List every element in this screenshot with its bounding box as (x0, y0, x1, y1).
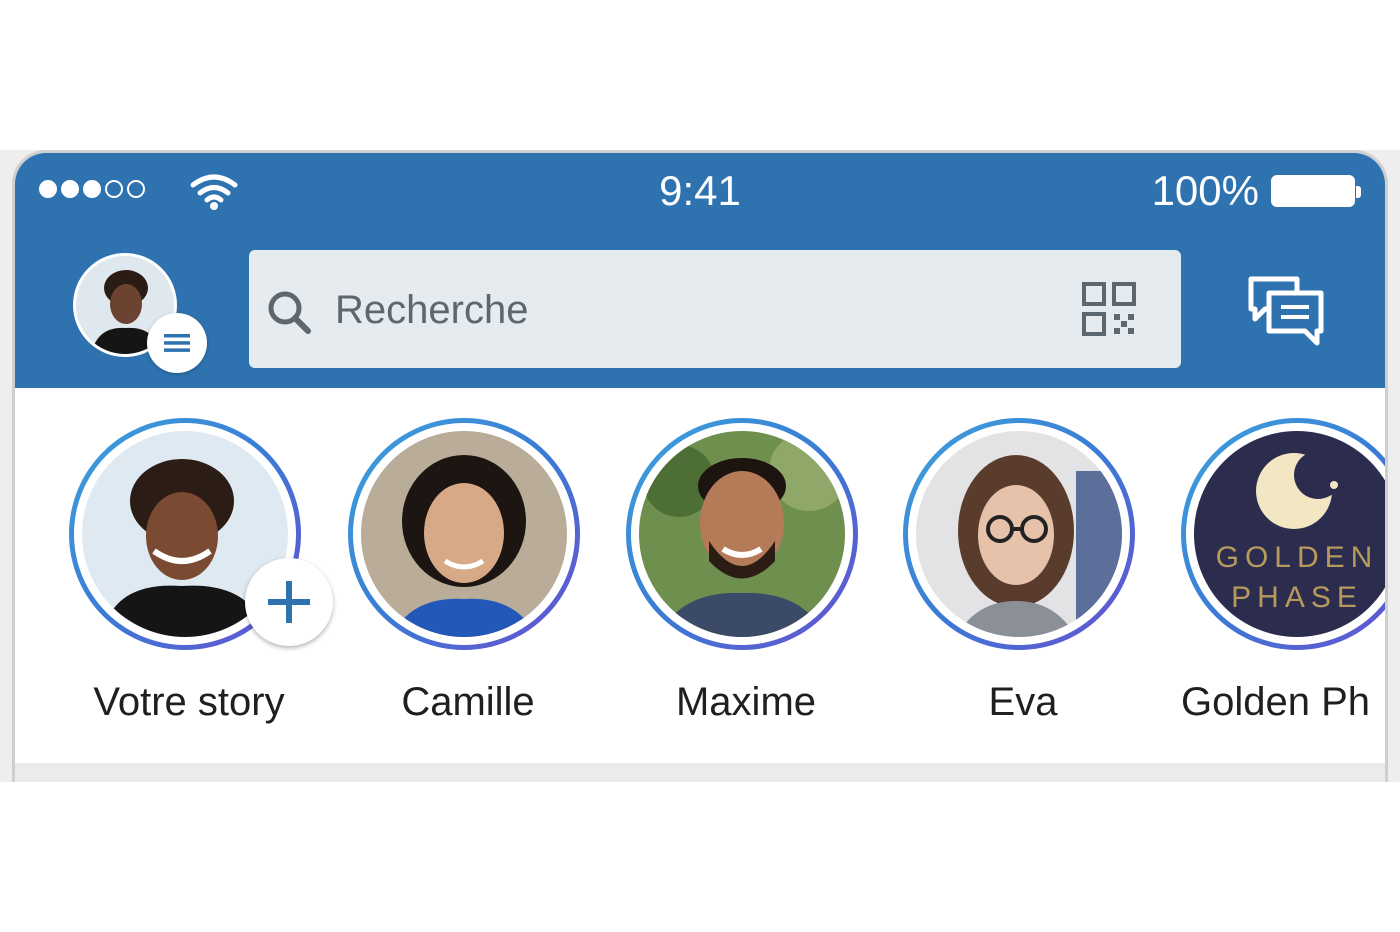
golden-phase-logo-text-1: GOLDEN (1215, 541, 1379, 574)
story-photo (361, 431, 567, 637)
search-icon (268, 291, 311, 334)
story-ring: GOLDEN PHASE (1181, 418, 1385, 650)
story-ring (626, 418, 858, 650)
golden-phase-logo-text-2: PHASE (1231, 581, 1363, 614)
search-input[interactable] (333, 274, 1037, 346)
story-name: Golden Ph (1181, 680, 1371, 724)
phone-frame: 9:41 100% Recherche Votre story Camille … (12, 150, 1388, 782)
battery-icon (1271, 175, 1361, 207)
plus-icon (268, 581, 310, 623)
add-story-button[interactable] (245, 558, 333, 646)
story-photo (916, 431, 1122, 637)
battery-percentage: 100% (1151, 167, 1259, 214)
golden-phase-logo: GOLDEN PHASE (1194, 431, 1385, 637)
story-ring (903, 418, 1135, 650)
story-photo (639, 431, 845, 637)
qr-code-icon[interactable] (1082, 282, 1136, 336)
story-name: Eva (988, 680, 1058, 724)
section-divider (15, 763, 1385, 782)
story-name: Votre story (93, 680, 285, 724)
search-bar[interactable] (249, 250, 1181, 368)
messaging-icon[interactable] (1247, 275, 1327, 349)
story-name: Maxime (675, 680, 817, 724)
menu-icon (164, 334, 190, 352)
menu-button[interactable] (147, 313, 207, 373)
stories-row: Votre story Camille Maxime Eva GOLDEN PH… (15, 388, 1385, 763)
story-name: Camille (401, 680, 535, 724)
app-header: 9:41 100% (15, 153, 1385, 388)
story-ring (348, 418, 580, 650)
